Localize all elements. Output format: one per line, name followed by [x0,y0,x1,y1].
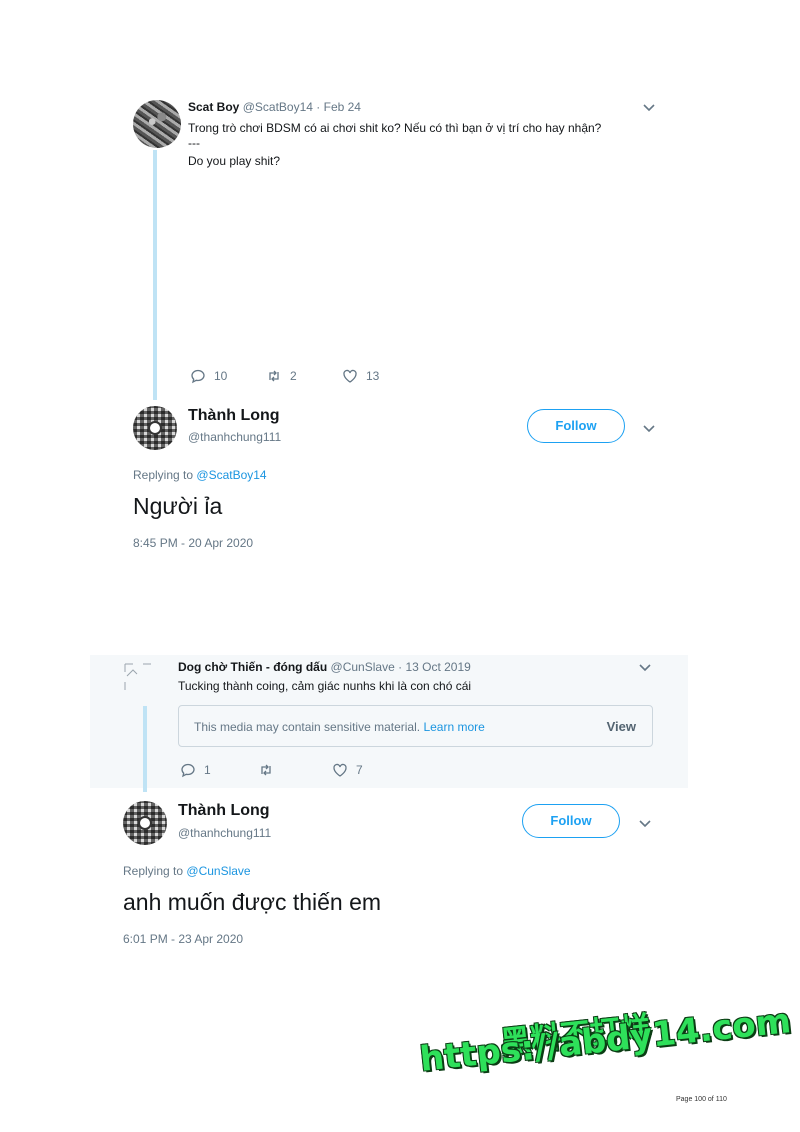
replying-to: Replying to @ScatBoy14 [133,468,267,482]
like-button[interactable]: 13 [342,368,379,384]
tweet-actions: 1 7 [180,762,363,778]
thread-line [153,150,157,400]
tweet-date[interactable]: 13 Oct 2019 [405,660,470,674]
learn-more-link[interactable]: Learn more [423,720,484,734]
author-handle[interactable]: @ScatBoy14 [243,100,313,114]
mention-link[interactable]: @ScatBoy14 [196,468,266,482]
page-number: Page 100 of 110 [676,1096,727,1103]
avatar[interactable] [133,406,177,450]
reply-button[interactable]: 10 [190,368,266,384]
retweet-icon [269,370,279,382]
sensitive-media-notice: This media may contain sensitive materia… [178,705,653,747]
reply-icon [191,369,205,384]
tweet-header: Scat Boy @ScatBoy14 · Feb 24 [188,100,361,114]
author-name[interactable]: Thành Long [178,802,270,820]
chevron-down-icon[interactable] [638,816,652,831]
view-button[interactable]: View [607,719,636,734]
retweet-button[interactable] [258,762,332,778]
author-name[interactable]: Scat Boy [188,100,239,114]
author-name[interactable]: Dog chờ Thiến - đóng dấu [178,660,327,674]
reply-text: Người ỉa [133,493,223,519]
author-handle[interactable]: @thanhchung111 [178,826,271,840]
author-handle[interactable]: @thanhchung111 [188,430,281,444]
heart-icon [333,763,347,777]
chevron-down-icon[interactable] [642,421,656,436]
retweet-icon [261,764,271,776]
mention-link[interactable]: @CunSlave [186,864,250,878]
chevron-down-icon[interactable] [642,100,656,115]
retweet-button[interactable]: 2 [266,368,342,384]
thread-line [143,706,147,792]
tweet-actions: 10 2 13 [190,368,379,384]
broken-image-icon [123,662,153,692]
like-button[interactable]: 7 [332,762,363,778]
avatar[interactable] [123,801,167,845]
author-handle[interactable]: @CunSlave [331,660,395,674]
follow-button[interactable]: Follow [522,804,620,838]
author-name[interactable]: Thành Long [188,407,280,425]
tweet-date[interactable]: Feb 24 [324,100,361,114]
reply-icon [181,763,195,778]
reply-text: anh muốn được thiến em [123,889,382,915]
tweet-text: Tucking thành coing, cảm giác nunhs khi … [178,679,472,693]
timestamp[interactable]: 8:45 PM - 20 Apr 2020 [133,536,253,550]
replying-to: Replying to @CunSlave [123,864,251,878]
reply-button[interactable]: 1 [180,762,258,778]
tweet-header: Dog chờ Thiến - đóng dấu @CunSlave · 13 … [178,660,471,674]
sensitive-text: This media may contain sensitive materia… [194,720,421,734]
follow-button[interactable]: Follow [527,409,625,443]
timestamp[interactable]: 6:01 PM - 23 Apr 2020 [123,932,243,946]
tweet-text: Trong trò chơi BDSM có ai chơi shit ko? … [188,121,602,168]
heart-icon [343,369,357,383]
avatar[interactable] [133,100,181,148]
chevron-down-icon[interactable] [638,660,652,675]
